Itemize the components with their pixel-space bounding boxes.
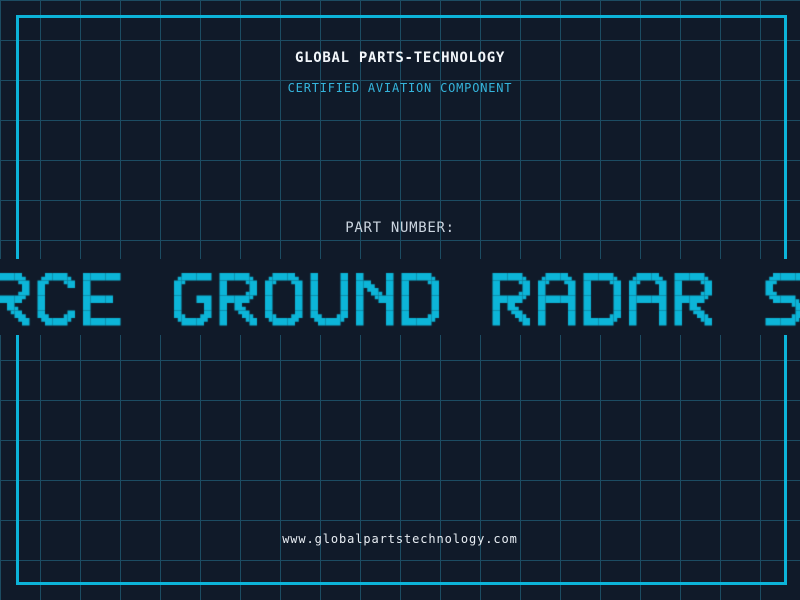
part-number-label: PART NUMBER: bbox=[345, 220, 455, 236]
company-title: GLOBAL PARTS-TECHNOLOGY bbox=[295, 50, 505, 66]
marquee-band bbox=[0, 259, 800, 335]
website-url: www.globalpartstechnology.com bbox=[282, 532, 518, 546]
certification-subtitle: CERTIFIED AVIATION COMPONENT bbox=[287, 81, 513, 95]
part-name-marquee-text bbox=[0, 259, 800, 335]
product-banner-screen: GLOBAL PARTS-TECHNOLOGY CERTIFIED AVIATI… bbox=[0, 0, 800, 600]
